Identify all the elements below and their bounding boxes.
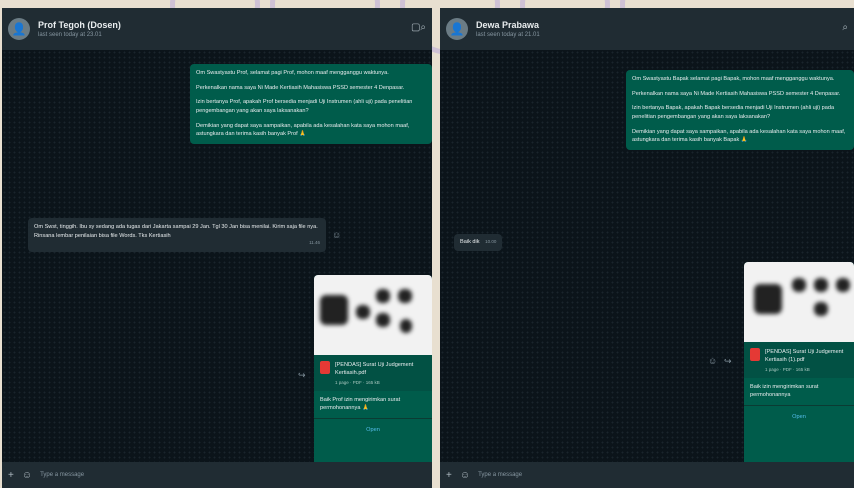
open-button[interactable]: Open xyxy=(744,404,854,428)
document-preview[interactable] xyxy=(744,262,854,342)
message-time: 10.00 xyxy=(485,239,497,244)
avatar[interactable]: 👤 xyxy=(8,18,30,40)
pdf-icon xyxy=(320,361,330,374)
chat-header[interactable]: 👤 Dewa Prabawa last seen today at 21.01 … xyxy=(440,8,854,50)
search-icon[interactable]: ⌕ xyxy=(842,22,848,33)
message-paragraph: Om Swastyastu Prof, selamat pagi Prof, m… xyxy=(196,70,389,76)
document-message[interactable]: [PENDAS] Surat Uji Judgement Kertiasih (… xyxy=(744,262,854,467)
message-list[interactable]: Om Swastyastu Bapak selamat pagi Bapak, … xyxy=(440,50,854,467)
forward-icon[interactable]: ↪ xyxy=(298,370,306,381)
message-composer: + ☺ Type a message xyxy=(440,462,854,488)
message-paragraph: Demikian yang dapat saya sampaikan, apab… xyxy=(196,122,410,138)
forward-icon[interactable]: ↪ xyxy=(724,356,732,367)
sticker-icon[interactable]: ☺ xyxy=(22,470,32,481)
message-time: 11.46 xyxy=(309,240,320,246)
message-text: Baik dik xyxy=(460,239,480,245)
message-paragraph: Izin bertanya Bapak, apakah Bapak bersed… xyxy=(632,105,835,120)
react-emoji-icon[interactable]: ☺ xyxy=(332,230,341,240)
plus-icon[interactable]: + xyxy=(8,470,14,481)
document-meta: 1 page · PDF · 165 kB xyxy=(765,366,810,372)
outgoing-message: Om Swastyastu Prof, selamat pagi Prof, m… xyxy=(190,64,432,144)
chat-window-right: 👤 Dewa Prabawa last seen today at 21.01 … xyxy=(440,8,854,488)
sticker-icon[interactable]: ☺ xyxy=(460,470,470,481)
message-paragraph: Perkenalkan nama saya Ni Made Kertiasih … xyxy=(632,90,841,97)
document-caption: Baik izin mengirimkan surat permohonanny… xyxy=(750,383,819,399)
message-list[interactable]: Om Swastyastu Prof, selamat pagi Prof, m… xyxy=(2,50,432,485)
document-name: [PENDAS] Surat Uji Judgement Kertiasih (… xyxy=(765,349,844,364)
message-input[interactable]: Type a message xyxy=(40,472,84,478)
document-meta: 1 page · PDF · 165 kB xyxy=(335,379,380,385)
incoming-message: Baik dik 10.00 xyxy=(454,234,503,251)
avatar[interactable]: 👤 xyxy=(446,18,468,40)
chat-window-left: 👤 Prof Tegoh (Dosen) last seen today at … xyxy=(2,8,432,488)
contact-name: Dewa Prabawa xyxy=(476,20,540,30)
outgoing-message: Om Swastyastu Bapak selamat pagi Bapak, … xyxy=(626,70,854,150)
chat-header[interactable]: 👤 Prof Tegoh (Dosen) last seen today at … xyxy=(2,8,432,50)
document-preview[interactable] xyxy=(314,275,432,355)
message-paragraph: Izin bertanya Prof, apakah Prof bersedia… xyxy=(196,99,413,114)
message-text: Om Swst, tinggih. Ibu sy sedang ada tuga… xyxy=(34,224,318,239)
last-seen-status: last seen today at 23.01 xyxy=(38,32,102,38)
last-seen-status: last seen today at 21.01 xyxy=(476,32,540,38)
contact-name: Prof Tegoh (Dosen) xyxy=(38,20,121,30)
document-name: [PENDAS] Surat Uji Judgement Kertiasih.p… xyxy=(335,362,414,377)
video-call-icon[interactable]: ▢⌕ xyxy=(411,22,426,33)
open-button[interactable]: Open xyxy=(314,417,432,441)
pdf-icon xyxy=(750,348,760,361)
message-paragraph: Perkenalkan nama saya Ni Made Kertiasih … xyxy=(196,84,405,91)
react-emoji-icon[interactable]: ☺ xyxy=(708,356,717,366)
message-paragraph: Demikian yang dapat saya sampaikan, apab… xyxy=(632,128,846,144)
message-input[interactable]: Type a message xyxy=(478,472,522,478)
message-composer: + ☺ Type a message xyxy=(2,462,432,488)
document-caption: Baik Prof izin mengirimkan surat permoho… xyxy=(320,396,401,412)
incoming-message: Om Swst, tinggih. Ibu sy sedang ada tuga… xyxy=(28,218,326,253)
plus-icon[interactable]: + xyxy=(446,470,452,481)
message-paragraph: Om Swastyastu Bapak selamat pagi Bapak, … xyxy=(632,76,835,82)
document-message[interactable]: [PENDAS] Surat Uji Judgement Kertiasih.p… xyxy=(314,275,432,485)
